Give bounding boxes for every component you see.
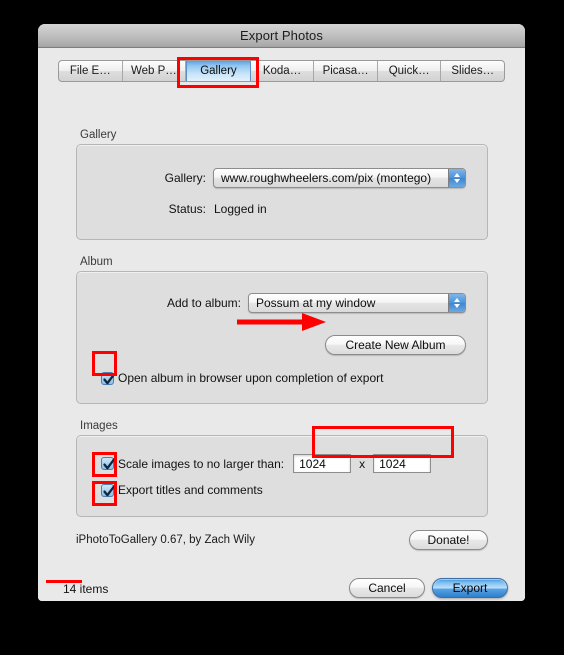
add-to-album-row: Add to album: Possum at my window [76,293,488,313]
scale-height-value: 1024 [379,456,406,471]
tab-kodak-label: Koda… [262,65,302,77]
export-photos-window: Export Photos File E… Web P… Gallery Kod… [38,24,525,601]
donate-button[interactable]: Donate! [409,530,488,550]
gallery-field-label: Gallery: [164,171,206,185]
export-label: Export [452,581,488,595]
export-titles-checkbox[interactable] [101,483,116,497]
checkmark-icon [103,458,116,470]
tab-picasa[interactable]: Picasa… [314,61,378,81]
images-group-box [76,435,488,517]
status-label: Status: [168,202,206,216]
add-to-album-popup-value: Possum at my window [256,296,376,310]
scale-images-checkbox[interactable] [101,457,116,470]
gallery-group-box [76,144,488,240]
item-count-label: 14 items [63,582,109,596]
credit-text: iPhotoToGallery 0.67, by Zach Wily [76,534,255,546]
credit-row: iPhotoToGallery 0.67, by Zach Wily Donat… [76,530,488,550]
window-titlebar: Export Photos [38,24,525,48]
tab-file-export-label: File E… [69,65,111,77]
tab-quicktime-label: Quick… [388,65,430,77]
open-album-checkbox[interactable] [101,371,116,385]
album-group-title: Album [80,256,113,268]
gallery-row: Gallery: www.roughwheelers.com/pix (mont… [76,168,488,188]
gallery-popup-value: www.roughwheelers.com/pix (montego) [221,171,432,185]
images-group-title: Images [80,420,118,432]
tab-file-export[interactable]: File E… [59,61,123,81]
screen-root: Export Photos File E… Web P… Gallery Kod… [0,0,564,655]
album-group: Album Add to album: Possum at my window … [76,256,488,404]
add-to-album-popup-button[interactable]: Possum at my window [248,293,466,313]
scale-images-checkbox-label: Scale images to no larger than: [118,456,285,471]
scale-height-input[interactable]: 1024 [373,454,432,473]
export-titles-checkbox-label: Export titles and comments [118,483,263,497]
export-button[interactable]: Export [432,578,508,598]
open-album-checkbox-row[interactable]: Open album in browser upon completion of… [101,371,383,385]
tab-picasa-label: Picasa… [322,65,369,77]
chevron-updown-icon [448,169,465,187]
tab-slideshow[interactable]: Slides… [441,61,504,81]
status-value: Logged in [214,202,267,216]
tab-quicktime[interactable]: Quick… [378,61,442,81]
checkmark-icon [103,484,116,496]
dimension-separator: x [359,456,366,471]
chevron-updown-icon [448,294,465,312]
tab-gallery-label: Gallery [200,65,237,77]
tab-slideshow-label: Slides… [451,65,495,77]
window-body: File E… Web P… Gallery Koda… Picasa… Qui… [38,48,525,601]
scale-width-value: 1024 [299,456,326,471]
tab-gallery[interactable]: Gallery [186,61,251,81]
tab-bar: File E… Web P… Gallery Koda… Picasa… Qui… [58,60,505,82]
scale-width-input[interactable]: 1024 [293,454,352,473]
cancel-label: Cancel [368,581,406,595]
window-title: Export Photos [240,28,323,43]
scale-images-row[interactable]: Scale images to no larger than: 1024 x 1… [101,454,432,473]
images-group: Images Scale images to no larger than: 1… [76,420,488,517]
status-row: Status: Logged in [76,202,488,216]
create-new-album-label: Create New Album [345,338,446,352]
bottom-bar: 14 items Cancel Export [38,570,525,601]
add-to-album-label: Add to album: [166,296,241,310]
checkmark-icon [103,372,116,384]
tab-web-page[interactable]: Web P… [123,61,187,81]
tab-kodak[interactable]: Koda… [251,61,315,81]
open-album-checkbox-label: Open album in browser upon completion of… [118,371,384,385]
annotation-underline-item-count [46,580,82,583]
create-new-album-button[interactable]: Create New Album [325,335,466,355]
gallery-group: Gallery Gallery: www.roughwheelers.com/p… [76,129,488,240]
cancel-button[interactable]: Cancel [349,578,425,598]
gallery-group-title: Gallery [80,129,117,141]
tab-web-page-label: Web P… [130,65,177,77]
gallery-popup-button[interactable]: www.roughwheelers.com/pix (montego) [213,168,466,188]
donate-label: Donate! [427,533,470,547]
export-titles-row[interactable]: Export titles and comments [101,483,263,497]
